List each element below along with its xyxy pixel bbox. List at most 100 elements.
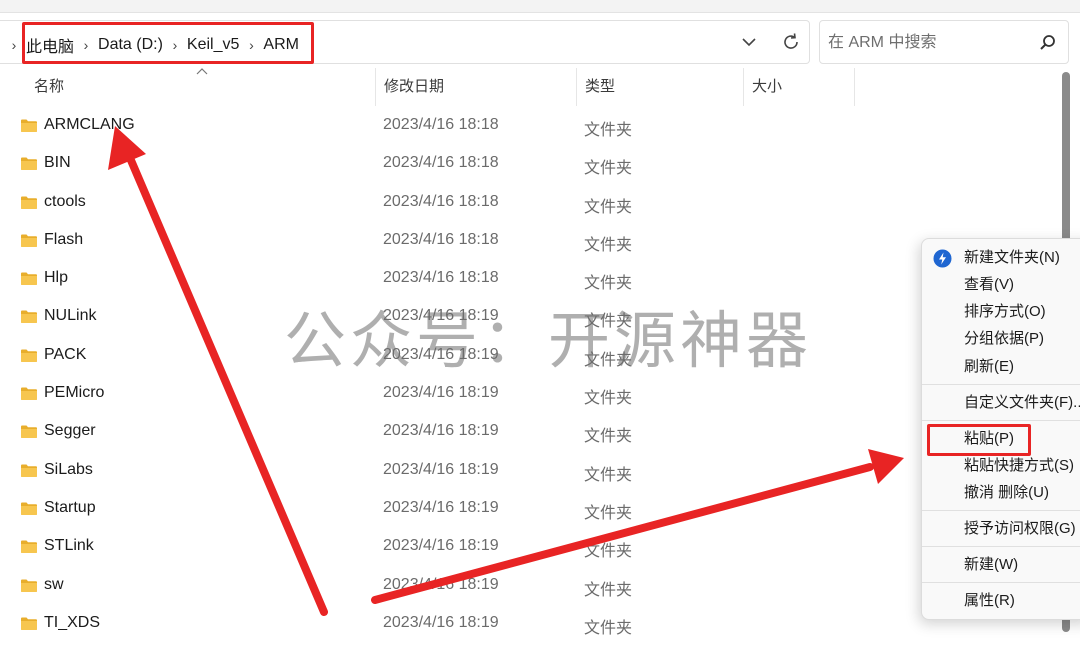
file-row[interactable]: TI_XDS 2023/4/16 18:19 文件夹 — [0, 605, 1060, 643]
search-box[interactable] — [819, 20, 1069, 64]
file-type: 文件夹 — [584, 198, 633, 216]
file-name[interactable]: PEMicro — [44, 384, 104, 402]
file-modified: 2023/4/16 18:19 — [383, 345, 499, 363]
file-row[interactable]: ARMCLANG 2023/4/16 18:18 文件夹 — [0, 107, 1060, 145]
file-row[interactable]: ctools 2023/4/16 18:18 文件夹 — [0, 184, 1060, 222]
file-name[interactable]: Flash — [44, 231, 83, 249]
chevron-down-icon[interactable] — [738, 32, 760, 52]
file-modified: 2023/4/16 18:18 — [383, 154, 499, 172]
menu-item-refresh[interactable]: 刷新(E) — [922, 354, 1080, 380]
file-row[interactable]: sw 2023/4/16 18:19 文件夹 — [0, 567, 1060, 605]
file-modified: 2023/4/16 18:19 — [383, 307, 499, 325]
file-modified: 2023/4/16 18:19 — [383, 575, 499, 593]
menu-item-sort-by[interactable]: 排序方式(O) — [922, 299, 1080, 325]
folder-icon — [21, 310, 37, 324]
menu-divider — [922, 510, 1080, 511]
file-modified: 2023/4/16 18:18 — [383, 116, 499, 133]
title-strip — [0, 0, 1080, 13]
file-name[interactable]: Hlp — [44, 269, 68, 287]
new-folder-icon — [933, 249, 952, 268]
folder-icon — [21, 119, 37, 132]
breadcrumb-arm[interactable]: ARM — [261, 36, 301, 54]
menu-item-paste[interactable]: 粘贴(P) — [922, 426, 1080, 452]
breadcrumb-separator-icon[interactable]: › — [241, 37, 261, 53]
file-type: 文件夹 — [584, 466, 633, 484]
file-modified: 2023/4/16 18:19 — [383, 422, 499, 440]
menu-item-customize-folder[interactable]: 自定义文件夹(F)... — [922, 390, 1080, 416]
file-type: 文件夹 — [584, 543, 633, 561]
folder-icon — [21, 196, 37, 209]
file-name[interactable]: SiLabs — [44, 461, 93, 479]
breadcrumb: › 此电脑 › Data (D:) › Keil_v5 › ARM — [4, 33, 301, 57]
file-name[interactable]: ARMCLANG — [44, 116, 135, 134]
menu-item-paste-shortcut[interactable]: 粘贴快捷方式(S) — [922, 453, 1080, 479]
file-type: 文件夹 — [584, 236, 633, 254]
folder-icon — [21, 579, 37, 592]
folder-icon — [21, 502, 37, 515]
folder-icon — [21, 425, 37, 439]
column-header-size[interactable]: 大小 — [743, 68, 855, 106]
file-type: 文件夹 — [584, 122, 633, 139]
menu-item-undo-delete[interactable]: 撤消 删除(U) — [922, 480, 1080, 506]
file-name[interactable]: TI_XDS — [44, 614, 100, 632]
menu-item-view[interactable]: 查看(V) — [922, 272, 1080, 298]
file-row[interactable]: NULink 2023/4/16 18:19 文件夹 — [0, 298, 1060, 336]
file-name[interactable]: ctools — [44, 193, 86, 211]
column-header-name[interactable]: 名称 — [26, 68, 374, 106]
file-modified: 2023/4/16 18:18 — [383, 269, 499, 287]
folder-icon — [21, 387, 37, 401]
refresh-icon[interactable] — [780, 31, 802, 53]
breadcrumb-chevron-icon[interactable]: › — [4, 37, 24, 53]
breadcrumb-separator-icon[interactable]: › — [76, 37, 96, 53]
file-name[interactable]: STLink — [44, 537, 94, 555]
file-row[interactable]: BIN 2023/4/16 18:18 文件夹 — [0, 145, 1060, 183]
breadcrumb-data-drive[interactable]: Data (D:) — [96, 36, 165, 54]
file-list: ARMCLANG 2023/4/16 18:18 文件夹 BIN 2023/4/16 1… — [0, 107, 1060, 643]
file-type: 文件夹 — [584, 619, 633, 637]
file-row[interactable]: SiLabs 2023/4/16 18:19 文件夹 — [0, 452, 1060, 490]
file-name[interactable]: Segger — [44, 422, 96, 440]
column-headers: 名称 修改日期 类型 大小 — [0, 68, 860, 106]
file-type: 文件夹 — [584, 504, 633, 522]
search-input[interactable] — [828, 31, 1028, 55]
file-modified: 2023/4/16 18:19 — [383, 460, 499, 478]
file-row[interactable]: Segger 2023/4/16 18:19 文件夹 — [0, 413, 1060, 451]
breadcrumb-separator-icon[interactable]: › — [165, 37, 185, 53]
column-header-type[interactable]: 类型 — [576, 68, 743, 106]
file-type: 文件夹 — [584, 581, 633, 599]
file-modified: 2023/4/16 18:19 — [383, 613, 499, 631]
file-name[interactable]: Startup — [44, 499, 96, 517]
file-name[interactable]: PACK — [44, 346, 86, 364]
menu-item-properties[interactable]: 属性(R) — [922, 588, 1080, 614]
folder-icon — [21, 617, 37, 630]
file-row[interactable]: PACK 2023/4/16 18:19 文件夹 — [0, 337, 1060, 375]
search-icon[interactable] — [1038, 33, 1058, 53]
menu-label: 新建文件夹(N) — [964, 249, 1060, 266]
menu-item-grant-access[interactable]: 授予访问权限(G) — [922, 516, 1080, 542]
folder-icon — [21, 349, 37, 362]
file-name[interactable]: NULink — [44, 307, 96, 325]
column-header-modified[interactable]: 修改日期 — [375, 68, 576, 106]
menu-item-new-folder[interactable]: 新建文件夹(N) — [922, 245, 1080, 271]
folder-icon — [21, 540, 37, 554]
menu-item-group-by[interactable]: 分组依据(P) — [922, 326, 1080, 352]
file-row[interactable]: STLink 2023/4/16 18:19 文件夹 — [0, 528, 1060, 566]
folder-icon — [21, 272, 37, 286]
file-row[interactable]: Hlp 2023/4/16 18:18 文件夹 — [0, 260, 1060, 298]
breadcrumb-this-pc[interactable]: 此电脑 — [24, 33, 76, 57]
file-modified: 2023/4/16 18:19 — [383, 537, 499, 555]
file-name[interactable]: sw — [44, 576, 64, 594]
menu-divider — [922, 420, 1080, 421]
address-bar[interactable]: › 此电脑 › Data (D:) › Keil_v5 › ARM — [0, 20, 810, 64]
menu-item-new[interactable]: 新建(W) — [922, 552, 1080, 578]
menu-divider — [922, 582, 1080, 583]
file-row[interactable]: PEMicro 2023/4/16 18:19 文件夹 — [0, 375, 1060, 413]
file-row[interactable]: Startup 2023/4/16 18:19 文件夹 — [0, 490, 1060, 528]
file-type: 文件夹 — [584, 351, 633, 369]
file-type: 文件夹 — [584, 160, 633, 178]
file-name[interactable]: BIN — [44, 154, 71, 172]
file-type: 文件夹 — [584, 313, 633, 331]
file-row[interactable]: Flash 2023/4/16 18:18 文件夹 — [0, 222, 1060, 260]
breadcrumb-keil[interactable]: Keil_v5 — [185, 36, 241, 54]
file-modified: 2023/4/16 18:19 — [383, 384, 499, 402]
